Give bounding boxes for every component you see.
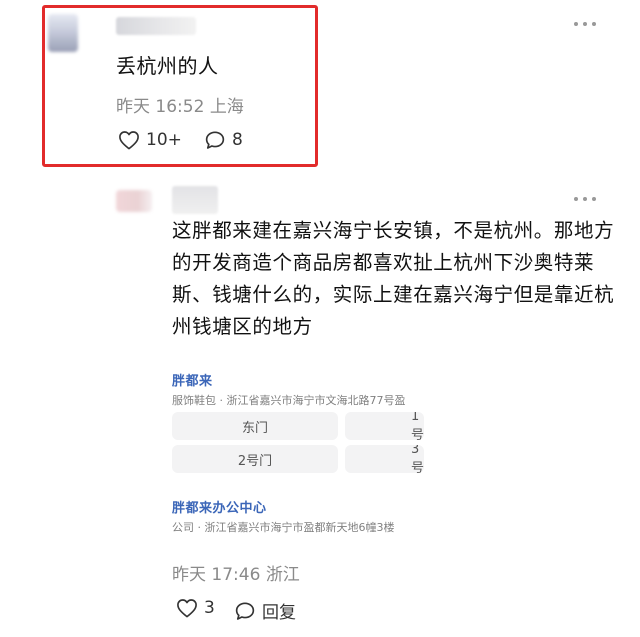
comment-location: 浙江: [265, 565, 300, 585]
comment-time: 昨天 17:46: [172, 565, 261, 585]
reply-label: 回复: [262, 603, 296, 623]
reply-text: 这胖都来建在嘉兴海宁长安镇，不是杭州。那地方的开发商造个商品房都喜欢扯上杭州下沙…: [172, 219, 615, 338]
reply-button[interactable]: 回复: [234, 598, 296, 623]
like-count: 10+: [146, 130, 182, 150]
poi-subtitle: 服饰鞋包 · 浙江省嘉兴市海宁市文海北路77号盈: [172, 394, 406, 407]
comment-time: 昨天 16:52: [116, 97, 205, 117]
comment-icon: [235, 601, 255, 620]
like-button[interactable]: 10+: [118, 130, 182, 150]
poi-gate[interactable]: 1号: [345, 412, 424, 440]
comment-text: 丢杭州的人: [116, 54, 219, 78]
poi-gate[interactable]: 2号门: [172, 445, 338, 473]
reply-count: 8: [232, 130, 243, 150]
poi-subtitle: 公司 · 浙江省嘉兴市海宁市盈都新天地6幢3楼: [172, 521, 395, 534]
comment-meta: 昨天 16:52 上海: [116, 92, 244, 117]
more-icon[interactable]: [574, 195, 596, 203]
like-button[interactable]: 3: [176, 598, 215, 618]
poi-title[interactable]: 胖都来: [172, 370, 424, 389]
more-icon[interactable]: [574, 20, 596, 28]
heart-icon: [177, 599, 197, 618]
poi-title[interactable]: 胖都来办公中心: [172, 497, 424, 516]
comment-icon: [205, 131, 225, 149]
comment-meta: 昨天 17:46 浙江: [172, 560, 300, 585]
poi-card[interactable]: 胖都来办公中心 公司 · 浙江省嘉兴市海宁市盈都新天地6幢3楼: [172, 497, 424, 535]
poi-card[interactable]: 胖都来 服饰鞋包 · 浙江省嘉兴市海宁市文海北路77号盈: [172, 370, 424, 408]
comment-location: 上海: [209, 97, 244, 117]
like-count: 3: [204, 598, 215, 618]
poi-gate[interactable]: 3号: [345, 445, 424, 473]
poi-gate[interactable]: 东门: [172, 412, 338, 440]
username-blurred[interactable]: [172, 186, 218, 214]
reply-count-button[interactable]: 8: [204, 130, 243, 150]
avatar[interactable]: [116, 190, 152, 212]
heart-icon: [119, 131, 139, 150]
